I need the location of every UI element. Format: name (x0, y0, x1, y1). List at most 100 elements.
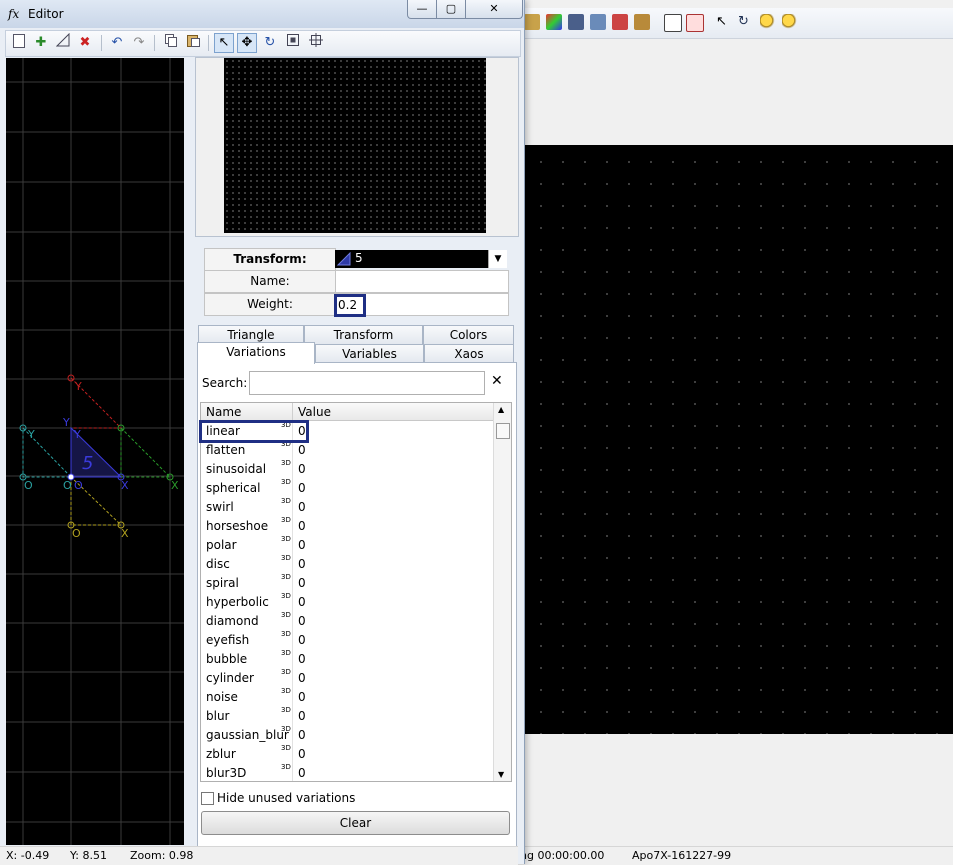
status-y: Y: 8.51 (70, 849, 107, 862)
tab-variables[interactable]: Variables (315, 344, 424, 363)
variation-name: diamond (206, 614, 259, 628)
table-row[interactable]: eyefish 3D 0 (201, 630, 493, 649)
main-render-canvas[interactable] (524, 145, 953, 734)
table-row[interactable]: polar 3D 0 (201, 535, 493, 554)
title-bar[interactable]: fx Editor — ▢ ✕ (0, 0, 524, 28)
main-statusbar: ng 00:00:00.00 Apo7X-161227-99 (518, 846, 953, 865)
3d-badge: 3D (281, 630, 291, 638)
paste-icon[interactable] (183, 33, 203, 53)
weight-input[interactable]: 0.2 (334, 294, 366, 317)
fullscreen-icon[interactable] (664, 14, 682, 32)
variation-value[interactable]: 0 (298, 500, 306, 514)
tab-transform[interactable]: Transform (304, 325, 423, 344)
minimize-button[interactable]: — (407, 0, 437, 19)
table-row[interactable]: horseshoe 3D 0 (201, 516, 493, 535)
redo-icon[interactable]: ↷ (129, 33, 149, 53)
variation-value[interactable]: 0 (298, 671, 306, 685)
column-divider[interactable] (292, 403, 293, 420)
table-row[interactable]: gaussian_blur 3D 0 (201, 725, 493, 744)
add-transform-icon[interactable]: ✚ (31, 33, 51, 53)
variation-value[interactable]: 0 (298, 652, 306, 666)
variation-name: sinusoidal (206, 462, 267, 476)
variation-value[interactable]: 0 (298, 576, 306, 590)
close-button[interactable]: ✕ (465, 0, 523, 19)
variation-value[interactable]: 0 (298, 557, 306, 571)
tab-colors[interactable]: Colors (423, 325, 514, 344)
table-row[interactable]: disc 3D 0 (201, 554, 493, 573)
variation-value[interactable]: 0 (298, 462, 306, 476)
search-input[interactable] (249, 371, 485, 395)
variations-grid[interactable]: Name Value linear 3D 0 flatten 3D 0 sinusoidal… (200, 402, 512, 782)
variation-value[interactable]: 0 (298, 595, 306, 609)
variation-name: disc (206, 557, 230, 571)
flip-icon[interactable] (306, 33, 326, 53)
clear-button[interactable]: Clear (201, 811, 510, 835)
scale-mode-icon[interactable] (283, 33, 303, 53)
chevron-down-icon[interactable]: ▼ (488, 250, 507, 268)
undo-icon[interactable]: ↶ (107, 33, 127, 53)
table-row[interactable]: zblur 3D 0 (201, 744, 493, 763)
variation-value[interactable]: 0 (298, 690, 306, 704)
select-mode-icon[interactable]: ↖ (214, 33, 234, 53)
zoom-out-icon[interactable] (782, 14, 798, 30)
copy-icon[interactable] (161, 33, 181, 53)
triangle-canvas[interactable]: Y Y Y Y O O O X X O X 5 (6, 58, 184, 845)
select-icon[interactable]: ↖ (716, 14, 732, 30)
triangle-label: X (171, 479, 179, 492)
transform-number: 5 (82, 453, 93, 474)
3d-badge: 3D (281, 725, 291, 733)
maximize-button[interactable]: ▢ (436, 0, 466, 19)
rotate-icon[interactable]: ↻ (738, 14, 754, 30)
column-header-name[interactable]: Name (206, 405, 241, 419)
table-row[interactable]: spherical 3D 0 (201, 478, 493, 497)
column-header-value[interactable]: Value (298, 405, 331, 419)
gradient-icon[interactable] (546, 14, 562, 30)
variation-value[interactable]: 0 (298, 633, 306, 647)
variation-value[interactable]: 0 (298, 538, 306, 552)
table-row[interactable]: spiral 3D 0 (201, 573, 493, 592)
mutation-icon[interactable] (568, 14, 584, 30)
duplicate-transform-icon[interactable] (53, 32, 73, 53)
variation-value[interactable]: 0 (298, 519, 306, 533)
script-icon[interactable] (634, 14, 650, 30)
3d-badge: 3D (281, 459, 291, 467)
close-icon[interactable]: ✕ (491, 373, 503, 389)
table-row[interactable]: blur 3D 0 (201, 706, 493, 725)
3d-badge: 3D (281, 573, 291, 581)
variation-value[interactable]: 0 (298, 747, 306, 761)
tab-xaos[interactable]: Xaos (424, 344, 514, 363)
tab-variations[interactable]: Variations (197, 342, 315, 364)
table-row[interactable]: sinusoidal 3D 0 (201, 459, 493, 478)
table-row[interactable]: diamond 3D 0 (201, 611, 493, 630)
table-row[interactable]: cylinder 3D 0 (201, 668, 493, 687)
adjust-icon[interactable] (590, 14, 606, 30)
scroll-up-icon[interactable]: ▲ (498, 405, 504, 414)
name-field[interactable] (335, 270, 509, 293)
table-row[interactable]: blur3D 3D 0 (201, 763, 493, 781)
variation-value[interactable]: 0 (298, 614, 306, 628)
table-row[interactable]: noise 3D 0 (201, 687, 493, 706)
table-row[interactable]: swirl 3D 0 (201, 497, 493, 516)
zoom-in-icon[interactable] (760, 14, 776, 30)
render-icon[interactable] (612, 14, 628, 30)
scroll-thumb[interactable] (496, 423, 510, 439)
variation-value[interactable]: 0 (298, 709, 306, 723)
scroll-down-icon[interactable]: ▼ (498, 770, 504, 779)
hide-unused-label[interactable]: Hide unused variations (217, 791, 355, 805)
frame-icon[interactable] (686, 14, 704, 32)
scrollbar[interactable]: ▲ ▼ (493, 403, 511, 781)
table-row[interactable]: hyperbolic 3D 0 (201, 592, 493, 611)
move-mode-icon[interactable]: ✥ (237, 33, 257, 53)
variation-value[interactable]: 0 (298, 481, 306, 495)
variation-value[interactable]: 0 (298, 443, 306, 457)
table-row[interactable]: bubble 3D 0 (201, 649, 493, 668)
rotate-mode-icon[interactable]: ↻ (260, 33, 280, 53)
variation-value[interactable]: 0 (298, 728, 306, 742)
pen-icon[interactable] (524, 14, 540, 30)
new-transform-icon[interactable] (9, 33, 29, 53)
transform-select[interactable]: 5 ▼ (335, 250, 507, 268)
triangle-graph[interactable]: Y Y Y Y O O O X X O X 5 (6, 58, 184, 845)
delete-transform-icon[interactable]: ✖ (75, 33, 95, 53)
hide-unused-checkbox[interactable] (201, 792, 214, 805)
variation-value[interactable]: 0 (298, 766, 306, 780)
